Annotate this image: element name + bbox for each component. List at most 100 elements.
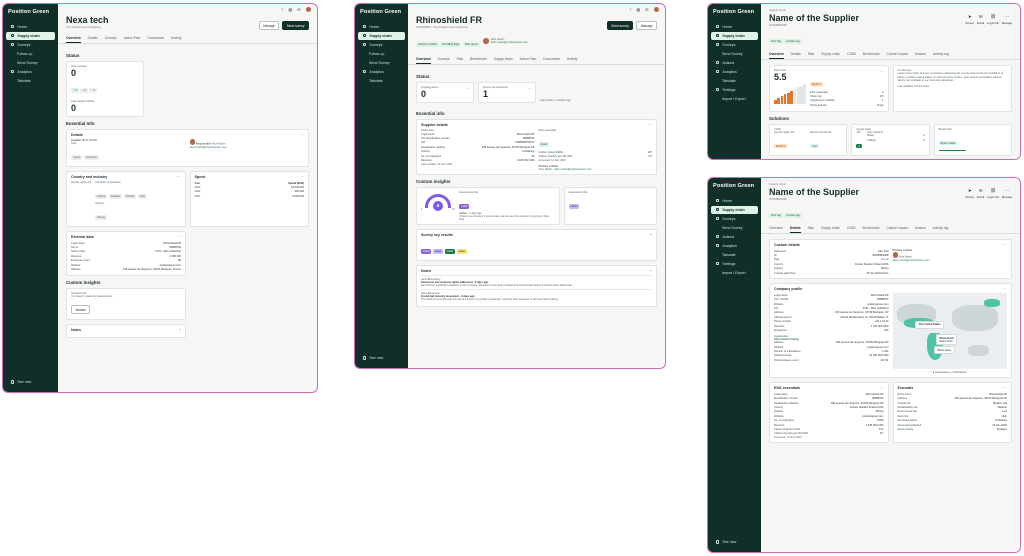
- tab-overview[interactable]: Overview: [66, 34, 81, 43]
- avatar[interactable]: [653, 6, 659, 13]
- more-icon[interactable]: ···: [1003, 242, 1007, 247]
- survey-button[interactable]: ➤ Survey: [965, 14, 974, 25]
- tab-activity[interactable]: Activity: [567, 55, 577, 64]
- contact-email[interactable]: alice.martin@positiongreen.com: [491, 41, 528, 44]
- tab-action-plan[interactable]: Action Plan: [124, 34, 141, 43]
- tab-overview[interactable]: Overview: [769, 50, 784, 59]
- sidebar-item-analytics[interactable]: Analytics: [711, 67, 758, 75]
- tab-action-plan[interactable]: Action Plan: [520, 55, 537, 64]
- mail-icon[interactable]: ✉: [297, 7, 300, 12]
- more-icon[interactable]: ···: [177, 174, 181, 179]
- sidebar-item-actions[interactable]: Actions: [711, 58, 758, 66]
- tab-carbon-impact[interactable]: Carbon impact: [886, 224, 907, 233]
- tab-carbon-impact[interactable]: Carbon impact: [887, 50, 908, 59]
- tab-risk[interactable]: Risk: [808, 50, 814, 59]
- responsible-email[interactable]: alice.martin@positiongreen.com: [190, 146, 305, 149]
- see-new-link[interactable]: See new: [358, 354, 405, 362]
- tab-benchmark[interactable]: Benchmark: [863, 224, 880, 233]
- assess-button[interactable]: Assess: [71, 305, 91, 315]
- sidebar-item-tabulate[interactable]: Tabulate: [711, 250, 758, 258]
- tab-actions[interactable]: Actions: [915, 224, 926, 233]
- sidebar-item-analytics[interactable]: Analytics: [358, 67, 405, 75]
- tab-risk[interactable]: Risk: [808, 224, 814, 233]
- see-new-link[interactable]: See new: [6, 378, 55, 386]
- login-link-button[interactable]: ⛓ Login link: [987, 188, 999, 199]
- sidebar-item-import-export[interactable]: Import / Export: [711, 94, 758, 102]
- sidebar-item-tabulate[interactable]: Tabulate: [6, 76, 55, 84]
- avatar[interactable]: [305, 6, 311, 13]
- sidebar-item-follow-up[interactable]: Follow up: [358, 50, 405, 58]
- sidebar-item-analytics[interactable]: Analytics: [6, 67, 55, 75]
- more-icon[interactable]: ···: [1003, 286, 1007, 291]
- sidebar-item-supply-chain[interactable]: Supply chain: [711, 31, 758, 40]
- more-icon[interactable]: ···: [880, 385, 884, 390]
- manage-button[interactable]: Manage: [258, 21, 280, 31]
- more-icon[interactable]: ···: [300, 132, 304, 137]
- tab-supply-chain[interactable]: Supply chain: [821, 50, 840, 59]
- login-link-button[interactable]: ⛓ Login link: [987, 14, 999, 25]
- add-icon[interactable]: +: [650, 232, 652, 237]
- primary-email[interactable]: alice.martin@positiongreen.com: [893, 259, 1008, 262]
- tab-supply-chain[interactable]: Supply chain: [494, 55, 513, 64]
- tab-overview[interactable]: Overview: [416, 55, 431, 64]
- more-icon[interactable]: ···: [300, 174, 304, 179]
- sidebar-item-import-export[interactable]: Import / Export: [711, 268, 758, 276]
- arrow-icon[interactable]: →: [527, 85, 531, 90]
- tab-details[interactable]: Details: [88, 34, 98, 43]
- breadcrumb[interactable]: Supply chain: [769, 182, 1012, 186]
- more-icon[interactable]: ···: [1003, 385, 1007, 390]
- grid-icon[interactable]: ▦: [288, 7, 292, 12]
- tab-activity[interactable]: Activity: [171, 34, 181, 43]
- arrow-icon[interactable]: →: [880, 68, 884, 73]
- manage-button[interactable]: ⋯ Manage: [1002, 14, 1012, 25]
- more-icon[interactable]: ···: [648, 122, 652, 127]
- sidebar-item-surveys[interactable]: Surveys: [6, 41, 55, 49]
- tab-supply-chain[interactable]: Supply chain: [821, 224, 840, 233]
- sidebar-item-surveys[interactable]: Surveys: [711, 41, 758, 49]
- sidebar-item-home[interactable]: Home: [6, 23, 55, 31]
- map-land[interactable]: [984, 299, 1001, 307]
- tab-risk[interactable]: Risk: [457, 55, 463, 64]
- sidebar-item-follow-up[interactable]: Follow up: [6, 50, 55, 58]
- sidebar-item-analytics[interactable]: Analytics: [711, 241, 758, 249]
- tab-cs3d[interactable]: CS3D: [847, 50, 856, 59]
- sidebar-item-supply-chain[interactable]: Supply chain: [6, 31, 55, 40]
- tab-documents[interactable]: Documents: [543, 55, 560, 64]
- tab-details[interactable]: Details: [789, 224, 801, 233]
- sidebar-item-tabulate[interactable]: Tabulate: [358, 76, 405, 84]
- add-icon[interactable]: +: [650, 268, 652, 273]
- help-icon[interactable]: ?: [281, 7, 283, 12]
- tab-surveys[interactable]: Surveys: [105, 34, 117, 43]
- see-new-link[interactable]: See new: [711, 538, 758, 546]
- primary-email[interactable]: alice.martin@positiongreen.com: [554, 168, 591, 171]
- email-button[interactable]: ✉ Email: [977, 14, 984, 25]
- email-button[interactable]: ✉ Email: [977, 188, 984, 199]
- grid-icon[interactable]: ▦: [636, 7, 640, 12]
- send-survey-button[interactable]: Send survey: [282, 21, 309, 31]
- sidebar-item-surveys[interactable]: Surveys: [711, 215, 758, 223]
- tab-actions[interactable]: Actions: [915, 50, 926, 59]
- sidebar-item-actions[interactable]: Actions: [711, 232, 758, 240]
- sidebar-item-send-survey[interactable]: Send Survey: [358, 58, 405, 66]
- sidebar-item-send-survey[interactable]: Send Survey: [6, 58, 55, 66]
- mail-icon[interactable]: ✉: [645, 7, 648, 12]
- world-map[interactable]: The United States Rhine Dock Rhine Dock R…: [892, 293, 1007, 370]
- manage-button[interactable]: ⋯ Manage: [1002, 188, 1012, 199]
- more-icon[interactable]: ···: [1003, 68, 1007, 73]
- sidebar-item-supply-chain[interactable]: Supply chain: [358, 31, 405, 40]
- send-survey-button[interactable]: Send survey: [606, 21, 634, 31]
- sidebar-item-tabulate[interactable]: Tabulate: [711, 76, 758, 84]
- breadcrumb[interactable]: Supply chain: [769, 8, 1012, 12]
- tab-cs3d[interactable]: CS3D: [847, 224, 856, 233]
- sidebar-item-settings[interactable]: Settings: [711, 85, 758, 93]
- sidebar-item-send-survey[interactable]: Send Survey: [711, 224, 758, 232]
- tab-surveys[interactable]: Surveys: [438, 55, 450, 64]
- tab-activity-log[interactable]: Activity log: [933, 50, 949, 59]
- sidebar-item-send-survey[interactable]: Send Survey: [711, 50, 758, 58]
- tab-documents[interactable]: Documents: [147, 34, 164, 43]
- help-icon[interactable]: ?: [629, 7, 631, 12]
- tab-details[interactable]: Details: [791, 50, 801, 59]
- sidebar-item-home[interactable]: Home: [358, 23, 405, 31]
- tab-activity-log[interactable]: Activity log: [933, 224, 949, 233]
- arrow-icon[interactable]: →: [465, 85, 469, 90]
